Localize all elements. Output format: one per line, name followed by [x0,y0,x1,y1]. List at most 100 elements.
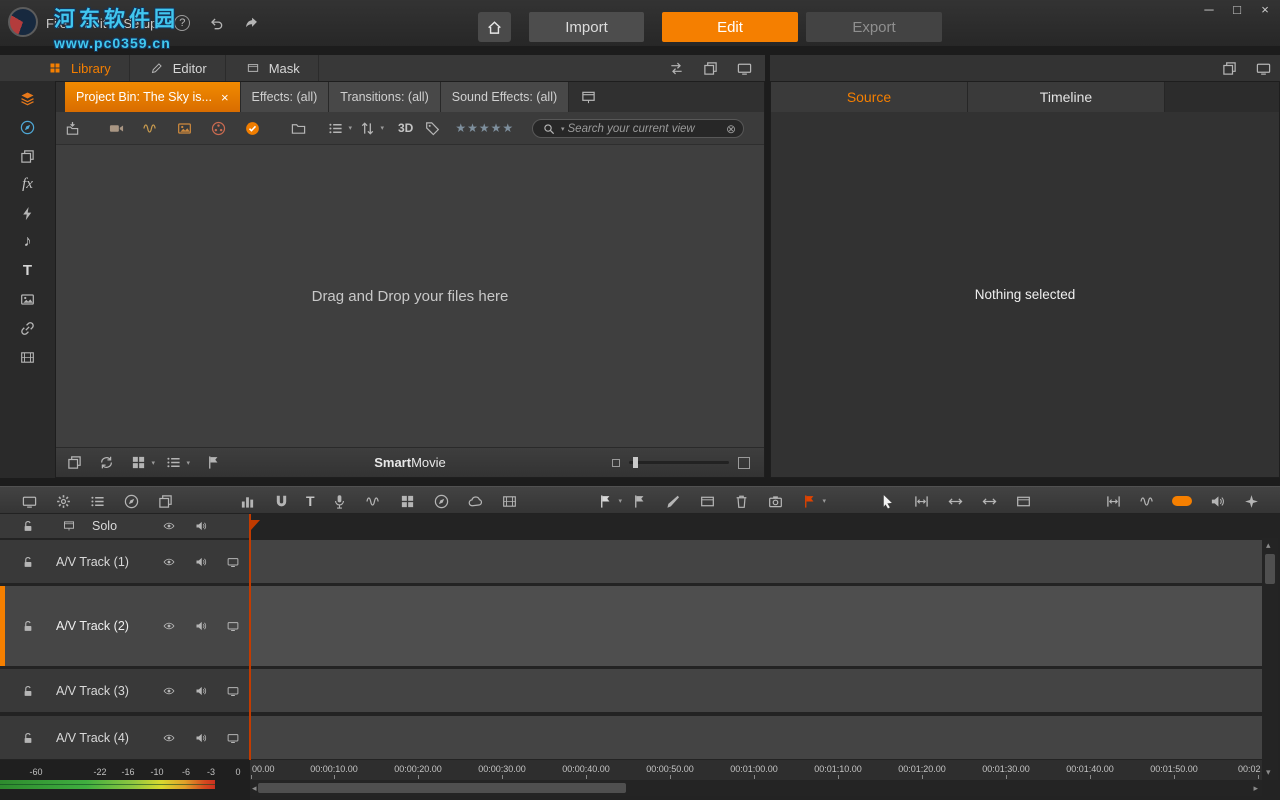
track-header-3[interactable]: A/V Track (3) [0,669,250,712]
master-visibility-eye-icon[interactable] [160,517,178,535]
track-manager-icon[interactable] [60,517,78,535]
minimize-button[interactable]: ─ [1200,2,1218,17]
track-lane-3[interactable] [250,669,1262,712]
maximize-button[interactable]: □ [1228,2,1246,17]
storyboard-icon[interactable] [156,492,174,510]
close-button[interactable]: × [1256,2,1274,17]
titles-icon[interactable]: T [23,262,32,279]
navigator-compass-icon[interactable] [19,118,37,136]
navigator-icon[interactable] [122,492,140,510]
share-icon[interactable] [242,14,260,32]
master-mute-speaker-icon[interactable] [192,517,210,535]
view-options-icon[interactable]: ▾ [326,119,344,137]
audio-ducking-button[interactable] [1172,496,1192,506]
bin-tab-project[interactable]: Project Bin: The Sky is... × [65,82,241,112]
close-bin-tab-icon[interactable]: × [221,90,229,105]
zoom-slider[interactable] [629,461,729,464]
fullscreen-player-icon[interactable] [1254,59,1272,77]
export-button[interactable]: Export [806,12,942,42]
tab-source[interactable]: Source [771,82,968,112]
vertical-scrollbar[interactable]: ▴ ▾ [1262,538,1278,780]
import-button[interactable]: Import [529,12,644,42]
track4-monitor-icon[interactable] [224,729,242,747]
tab-mask[interactable]: Mask [226,55,319,81]
track3-monitor-icon[interactable] [224,682,242,700]
marker-icon[interactable] [630,492,648,510]
add-marker-icon[interactable]: ▾ [596,492,614,510]
bin-tab-transitions[interactable]: Transitions: (all) [329,82,440,112]
motion-tracking-icon[interactable] [433,492,451,510]
new-bin-tab-icon[interactable] [579,88,597,106]
swap-panels-icon[interactable] [667,59,685,77]
magic-wand-icon[interactable] [1242,492,1260,510]
search-icon[interactable] [540,120,558,138]
info-pane-icon[interactable] [65,454,83,472]
track1-lock-icon[interactable] [19,553,37,571]
music-note-icon[interactable]: ♪ [24,233,32,251]
horizontal-scrollbar-thumb[interactable] [258,783,626,793]
filter-photo-icon[interactable] [175,119,193,137]
edit-button[interactable]: Edit [662,12,798,42]
montage-film-icon[interactable] [19,348,37,366]
timeline-settings-icon[interactable] [20,492,38,510]
scroll-right-icon[interactable]: ▸ [1253,783,1258,794]
speech-bubble-icon[interactable] [467,492,485,510]
master-track-header[interactable]: Solo [0,514,250,538]
track2-monitor-icon[interactable] [224,617,242,635]
trim-mode-icon[interactable] [912,492,930,510]
track-settings-gear-icon[interactable] [54,492,72,510]
subtitle-icon[interactable] [698,492,716,510]
voiceover-mic-icon[interactable] [331,492,349,510]
effects-fx-icon[interactable]: fx [22,176,33,193]
scorefitter-icon[interactable] [365,492,383,510]
menu-file[interactable]: File [46,16,67,31]
track1-monitor-icon[interactable] [224,553,242,571]
search-input[interactable] [568,123,723,135]
project-bins-icon[interactable] [19,89,37,107]
master-lock-icon[interactable] [19,517,37,535]
track-lane-2[interactable] [250,586,1262,666]
vertical-scrollbar-thumb[interactable] [1265,554,1275,584]
undock-player-icon[interactable] [1220,59,1238,77]
home-button[interactable] [478,12,511,42]
loudness-speaker-icon[interactable] [1208,492,1226,510]
track1-eye-icon[interactable] [160,553,178,571]
panel-layout-icon[interactable] [735,59,753,77]
trash-icon[interactable] [732,492,750,510]
filter-all-check-icon[interactable] [243,119,261,137]
thumbnail-view-icon[interactable]: ▾ [129,454,147,472]
playhead-flag[interactable] [251,520,260,530]
link-assets-icon[interactable] [19,319,37,337]
track3-eye-icon[interactable] [160,682,178,700]
search-scope-dropdown-icon[interactable]: ▾ [561,125,565,133]
track3-lock-icon[interactable] [19,682,37,700]
title-editor-icon[interactable]: T [306,493,315,509]
zoom-in-icon[interactable] [738,457,750,469]
snapshot-camera-icon[interactable] [766,492,784,510]
undo-icon[interactable] [207,14,225,32]
tab-editor[interactable]: Editor [130,55,226,81]
smartmovie-button[interactable]: SmartMovie [374,455,446,470]
tags-icon[interactable] [423,119,441,137]
track-header-1[interactable]: A/V Track (1) [0,540,250,583]
audio-mixer-icon[interactable] [238,492,256,510]
filter-audio-icon[interactable] [141,119,159,137]
app-logo-icon[interactable] [8,7,38,37]
playhead[interactable] [249,514,251,760]
tab-timeline[interactable]: Timeline [968,82,1165,112]
filter-projects-icon[interactable] [209,119,227,137]
track-lane-4[interactable] [250,716,1262,759]
track2-speaker-icon[interactable] [192,617,210,635]
transition-film-icon[interactable] [501,492,519,510]
magnet-snap-icon[interactable] [272,492,290,510]
photos-icon[interactable] [19,290,37,308]
rating-stars-icon[interactable]: ★★★★★ [455,121,514,135]
clear-search-icon[interactable]: ⊗ [726,122,736,136]
track4-lock-icon[interactable] [19,729,37,747]
track-list-icon[interactable] [88,492,106,510]
import-media-icon[interactable] [63,119,81,137]
transitions-bolt-icon[interactable] [19,204,37,222]
overwrite-mode-icon[interactable] [980,492,998,510]
volume-keyframe-icon[interactable] [1138,492,1156,510]
scroll-up-icon[interactable]: ▴ [1266,540,1271,551]
